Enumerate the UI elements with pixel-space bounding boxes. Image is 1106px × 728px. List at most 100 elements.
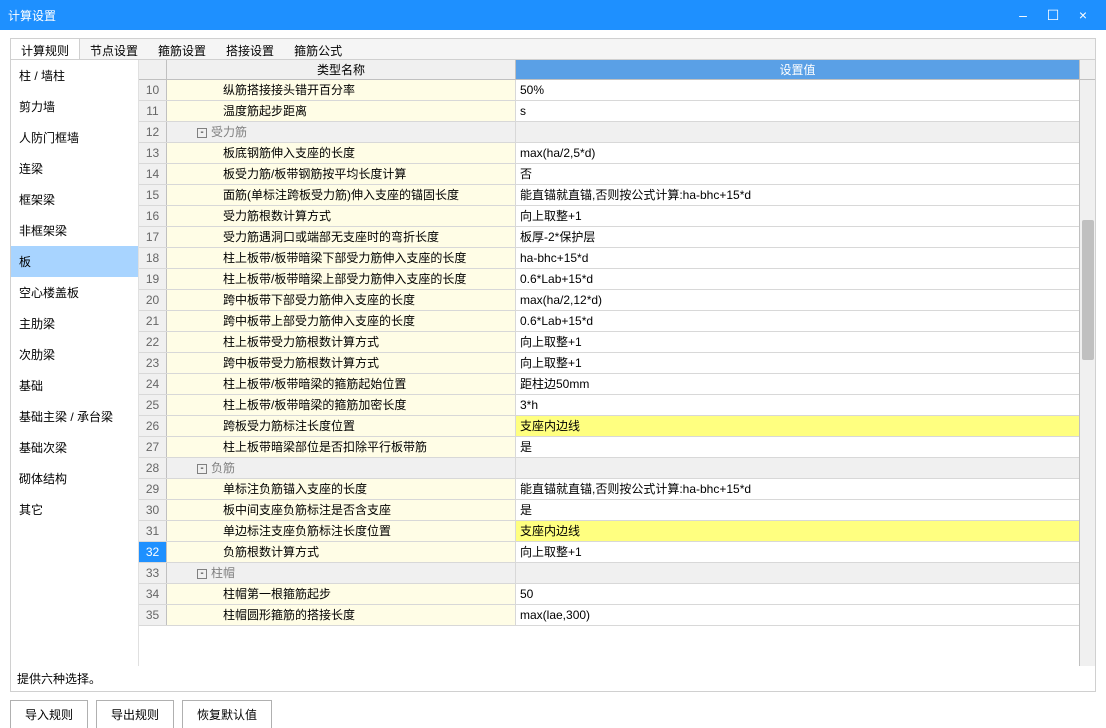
reset-defaults-button[interactable]: 恢复默认值 bbox=[182, 700, 272, 728]
collapse-icon[interactable]: - bbox=[197, 569, 207, 579]
row-value: max(ha/2,12*d) bbox=[516, 290, 1095, 310]
row-name: 跨中板带上部受力筋伸入支座的长度 bbox=[167, 311, 516, 331]
collapse-icon[interactable]: - bbox=[197, 464, 207, 474]
table-row[interactable]: 31单边标注支座负筋标注长度位置支座内边线 bbox=[139, 521, 1095, 542]
row-value: 是 bbox=[516, 500, 1095, 520]
row-value: 是 bbox=[516, 437, 1095, 457]
row-number: 16 bbox=[139, 206, 167, 226]
table-row[interactable]: 19柱上板带/板带暗梁上部受力筋伸入支座的长度0.6*Lab+15*d bbox=[139, 269, 1095, 290]
table-row[interactable]: 34柱帽第一根箍筋起步50 bbox=[139, 584, 1095, 605]
table-row[interactable]: 32负筋根数计算方式向上取整+1▾ bbox=[139, 542, 1095, 563]
row-name: -负筋 bbox=[167, 458, 516, 478]
table-row[interactable]: 13板底钢筋伸入支座的长度max(ha/2,5*d) bbox=[139, 143, 1095, 164]
hint-text: 提供六种选择。 bbox=[11, 666, 1095, 691]
rownum-header bbox=[139, 60, 167, 79]
sidebar-item-2[interactable]: 人防门框墙 bbox=[11, 122, 138, 153]
sidebar-item-6[interactable]: 板 bbox=[11, 246, 138, 277]
table-row[interactable]: 20跨中板带下部受力筋伸入支座的长度max(ha/2,12*d) bbox=[139, 290, 1095, 311]
sidebar-item-3[interactable]: 连梁 bbox=[11, 153, 138, 184]
table-row[interactable]: 22柱上板带受力筋根数计算方式向上取整+1 bbox=[139, 332, 1095, 353]
row-value bbox=[516, 122, 1095, 142]
row-name: 受力筋遇洞口或端部无支座时的弯折长度 bbox=[167, 227, 516, 247]
sidebar-item-5[interactable]: 非框架梁 bbox=[11, 215, 138, 246]
sidebar-item-11[interactable]: 基础主梁 / 承台梁 bbox=[11, 401, 138, 432]
row-name: 柱上板带/板带暗梁的箍筋起始位置 bbox=[167, 374, 516, 394]
row-number: 31 bbox=[139, 521, 167, 541]
row-number: 14 bbox=[139, 164, 167, 184]
sidebar-item-9[interactable]: 次肋梁 bbox=[11, 339, 138, 370]
row-value[interactable]: 向上取整+1▾ bbox=[516, 542, 1095, 562]
vertical-scrollbar[interactable] bbox=[1079, 80, 1095, 666]
row-name: 柱上板带暗梁部位是否扣除平行板带筋 bbox=[167, 437, 516, 457]
tab-4[interactable]: 箍筋公式 bbox=[284, 39, 352, 59]
sidebar-item-0[interactable]: 柱 / 墙柱 bbox=[11, 60, 138, 91]
row-number: 34 bbox=[139, 584, 167, 604]
row-value: 向上取整+1 bbox=[516, 353, 1095, 373]
minimize-icon[interactable]: – bbox=[1008, 7, 1038, 23]
sidebar-item-14[interactable]: 其它 bbox=[11, 494, 138, 525]
row-number: 29 bbox=[139, 479, 167, 499]
table-row[interactable]: 33-柱帽 bbox=[139, 563, 1095, 584]
table-row[interactable]: 28-负筋 bbox=[139, 458, 1095, 479]
table-row[interactable]: 27柱上板带暗梁部位是否扣除平行板带筋是 bbox=[139, 437, 1095, 458]
table-row[interactable]: 21跨中板带上部受力筋伸入支座的长度0.6*Lab+15*d bbox=[139, 311, 1095, 332]
table-row[interactable]: 25柱上板带/板带暗梁的箍筋加密长度3*h bbox=[139, 395, 1095, 416]
row-value: 0.6*Lab+15*d bbox=[516, 311, 1095, 331]
table-row[interactable]: 10纵筋搭接接头错开百分率50% bbox=[139, 80, 1095, 101]
row-number: 30 bbox=[139, 500, 167, 520]
sidebar-item-1[interactable]: 剪力墙 bbox=[11, 91, 138, 122]
row-number: 18 bbox=[139, 248, 167, 268]
table-row[interactable]: 30板中间支座负筋标注是否含支座是 bbox=[139, 500, 1095, 521]
row-name: 板受力筋/板带钢筋按平均长度计算 bbox=[167, 164, 516, 184]
row-name: 跨中板带下部受力筋伸入支座的长度 bbox=[167, 290, 516, 310]
row-number: 22 bbox=[139, 332, 167, 352]
row-value: 能直锚就直锚,否则按公式计算:ha-bhc+15*d bbox=[516, 185, 1095, 205]
maximize-icon[interactable]: ☐ bbox=[1038, 7, 1068, 24]
table-row[interactable]: 12-受力筋 bbox=[139, 122, 1095, 143]
close-icon[interactable]: × bbox=[1068, 7, 1098, 23]
table-row[interactable]: 16受力筋根数计算方式向上取整+1 bbox=[139, 206, 1095, 227]
scrollbar-thumb[interactable] bbox=[1082, 220, 1094, 360]
row-number: 23 bbox=[139, 353, 167, 373]
row-name: 温度筋起步距离 bbox=[167, 101, 516, 121]
tab-3[interactable]: 搭接设置 bbox=[216, 39, 284, 59]
sidebar-item-7[interactable]: 空心楼盖板 bbox=[11, 277, 138, 308]
sidebar-item-4[interactable]: 框架梁 bbox=[11, 184, 138, 215]
row-value: 支座内边线 bbox=[516, 521, 1095, 541]
row-value: 50 bbox=[516, 584, 1095, 604]
table-row[interactable]: 14板受力筋/板带钢筋按平均长度计算否 bbox=[139, 164, 1095, 185]
row-number: 35 bbox=[139, 605, 167, 625]
sidebar-item-12[interactable]: 基础次梁 bbox=[11, 432, 138, 463]
grid: 类型名称 设置值 10纵筋搭接接头错开百分率50%11温度筋起步距离s12-受力… bbox=[139, 60, 1095, 666]
sidebar-item-13[interactable]: 砌体结构 bbox=[11, 463, 138, 494]
grid-header: 类型名称 设置值 bbox=[139, 60, 1095, 80]
sidebar-item-8[interactable]: 主肋梁 bbox=[11, 308, 138, 339]
row-name: 柱上板带/板带暗梁下部受力筋伸入支座的长度 bbox=[167, 248, 516, 268]
table-row[interactable]: 35柱帽圆形箍筋的搭接长度max(lae,300) bbox=[139, 605, 1095, 626]
table-row[interactable]: 26跨板受力筋标注长度位置支座内边线 bbox=[139, 416, 1095, 437]
collapse-icon[interactable]: - bbox=[197, 128, 207, 138]
export-rules-button[interactable]: 导出规则 bbox=[96, 700, 174, 728]
import-rules-button[interactable]: 导入规则 bbox=[10, 700, 88, 728]
row-name: -受力筋 bbox=[167, 122, 516, 142]
tab-2[interactable]: 箍筋设置 bbox=[148, 39, 216, 59]
row-name: 纵筋搭接接头错开百分率 bbox=[167, 80, 516, 100]
table-row[interactable]: 11温度筋起步距离s bbox=[139, 101, 1095, 122]
table-row[interactable]: 18柱上板带/板带暗梁下部受力筋伸入支座的长度ha-bhc+15*d bbox=[139, 248, 1095, 269]
row-name: 柱上板带受力筋根数计算方式 bbox=[167, 332, 516, 352]
table-row[interactable]: 29单标注负筋锚入支座的长度能直锚就直锚,否则按公式计算:ha-bhc+15*d bbox=[139, 479, 1095, 500]
table-row[interactable]: 15面筋(单标注跨板受力筋)伸入支座的锚固长度能直锚就直锚,否则按公式计算:ha… bbox=[139, 185, 1095, 206]
table-row[interactable]: 24柱上板带/板带暗梁的箍筋起始位置距柱边50mm bbox=[139, 374, 1095, 395]
row-value: 板厚-2*保护层 bbox=[516, 227, 1095, 247]
row-name: 单标注负筋锚入支座的长度 bbox=[167, 479, 516, 499]
row-name: 跨中板带受力筋根数计算方式 bbox=[167, 353, 516, 373]
scroll-gutter bbox=[1079, 60, 1095, 79]
tab-1[interactable]: 节点设置 bbox=[80, 39, 148, 59]
table-row[interactable]: 23跨中板带受力筋根数计算方式向上取整+1 bbox=[139, 353, 1095, 374]
row-value: 3*h bbox=[516, 395, 1095, 415]
row-name: 板底钢筋伸入支座的长度 bbox=[167, 143, 516, 163]
table-row[interactable]: 17受力筋遇洞口或端部无支座时的弯折长度板厚-2*保护层 bbox=[139, 227, 1095, 248]
tab-0[interactable]: 计算规则 bbox=[11, 39, 80, 59]
row-name: 受力筋根数计算方式 bbox=[167, 206, 516, 226]
sidebar-item-10[interactable]: 基础 bbox=[11, 370, 138, 401]
